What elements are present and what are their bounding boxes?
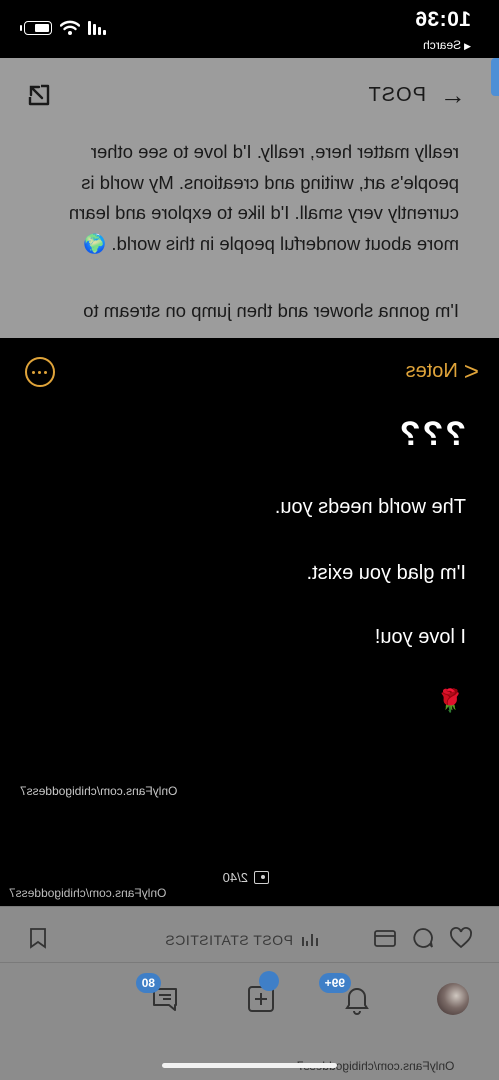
notifications-badge: 99+	[318, 973, 351, 993]
post-action-bar: POST STATISTICS	[0, 906, 499, 963]
clock: 10:36	[414, 8, 471, 31]
notes-back-button[interactable]: < Notes	[405, 356, 479, 386]
back-to-search-link[interactable]: ◀Search	[423, 38, 471, 52]
profile-avatar[interactable]	[437, 983, 469, 1015]
post-header: ← POST	[0, 58, 499, 133]
back-arrow-icon: ←	[440, 80, 466, 110]
heart-icon[interactable]	[449, 926, 473, 950]
post-paragraph: I'm gonna shower and then jump on stream…	[83, 300, 459, 321]
new-post-dot	[259, 971, 279, 991]
chevron-left-icon: <	[463, 356, 479, 386]
note-title: ???	[397, 415, 466, 453]
watermark: OnlyFans.com/chibigoddess7	[20, 784, 178, 798]
home-indicator[interactable]	[162, 1063, 337, 1068]
note-line: I'm glad you exist.	[306, 562, 466, 584]
post-statistics-label: POST STATISTICS	[164, 932, 293, 948]
note-line: The world needs you.	[274, 496, 466, 518]
notes-back-label: Notes	[405, 359, 458, 382]
page-title: POST	[367, 83, 426, 106]
status-icons	[24, 18, 106, 38]
watermark: OnlyFans.com/chibigoddess7	[9, 886, 167, 900]
notes-viewer: < Notes ??? The world needs you. I'm gla…	[0, 338, 499, 906]
post-back-button[interactable]: ← POST	[367, 80, 466, 110]
share-icon[interactable]	[26, 82, 52, 108]
wifi-icon	[60, 20, 80, 35]
status-bar: 10:36 ◀Search	[0, 0, 499, 58]
post-paragraph: really matter here, really. I'd love to …	[68, 141, 459, 254]
comment-icon[interactable]	[411, 926, 435, 950]
mirrored-screen: 10:36 ◀Search ← POST really matter here,…	[0, 0, 499, 1080]
post-statistics-button[interactable]: POST STATISTICS	[165, 932, 319, 948]
bookmark-icon[interactable]	[26, 926, 50, 950]
back-to-search-label: Search	[423, 38, 462, 52]
signal-icon	[88, 21, 106, 35]
more-options-icon[interactable]	[25, 357, 55, 387]
back-triangle-icon: ◀	[464, 41, 471, 51]
statistics-icon	[302, 934, 318, 946]
scrollbar-thumb[interactable]	[491, 58, 499, 96]
battery-icon	[24, 21, 52, 35]
rose-emoji: 🌹	[436, 688, 464, 713]
post-text: really matter here, really. I'd love to …	[0, 133, 499, 338]
media-page-indicator: 2/40	[223, 870, 269, 885]
bottom-navigation: 99+ 80 OnlyFans.com/chibigoddess7	[0, 962, 499, 1080]
messages-badge: 80	[135, 973, 161, 993]
image-icon	[254, 871, 269, 884]
note-line: I love you!	[374, 626, 466, 648]
page-counter: 2/40	[222, 870, 248, 885]
tip-icon[interactable]	[373, 926, 397, 950]
